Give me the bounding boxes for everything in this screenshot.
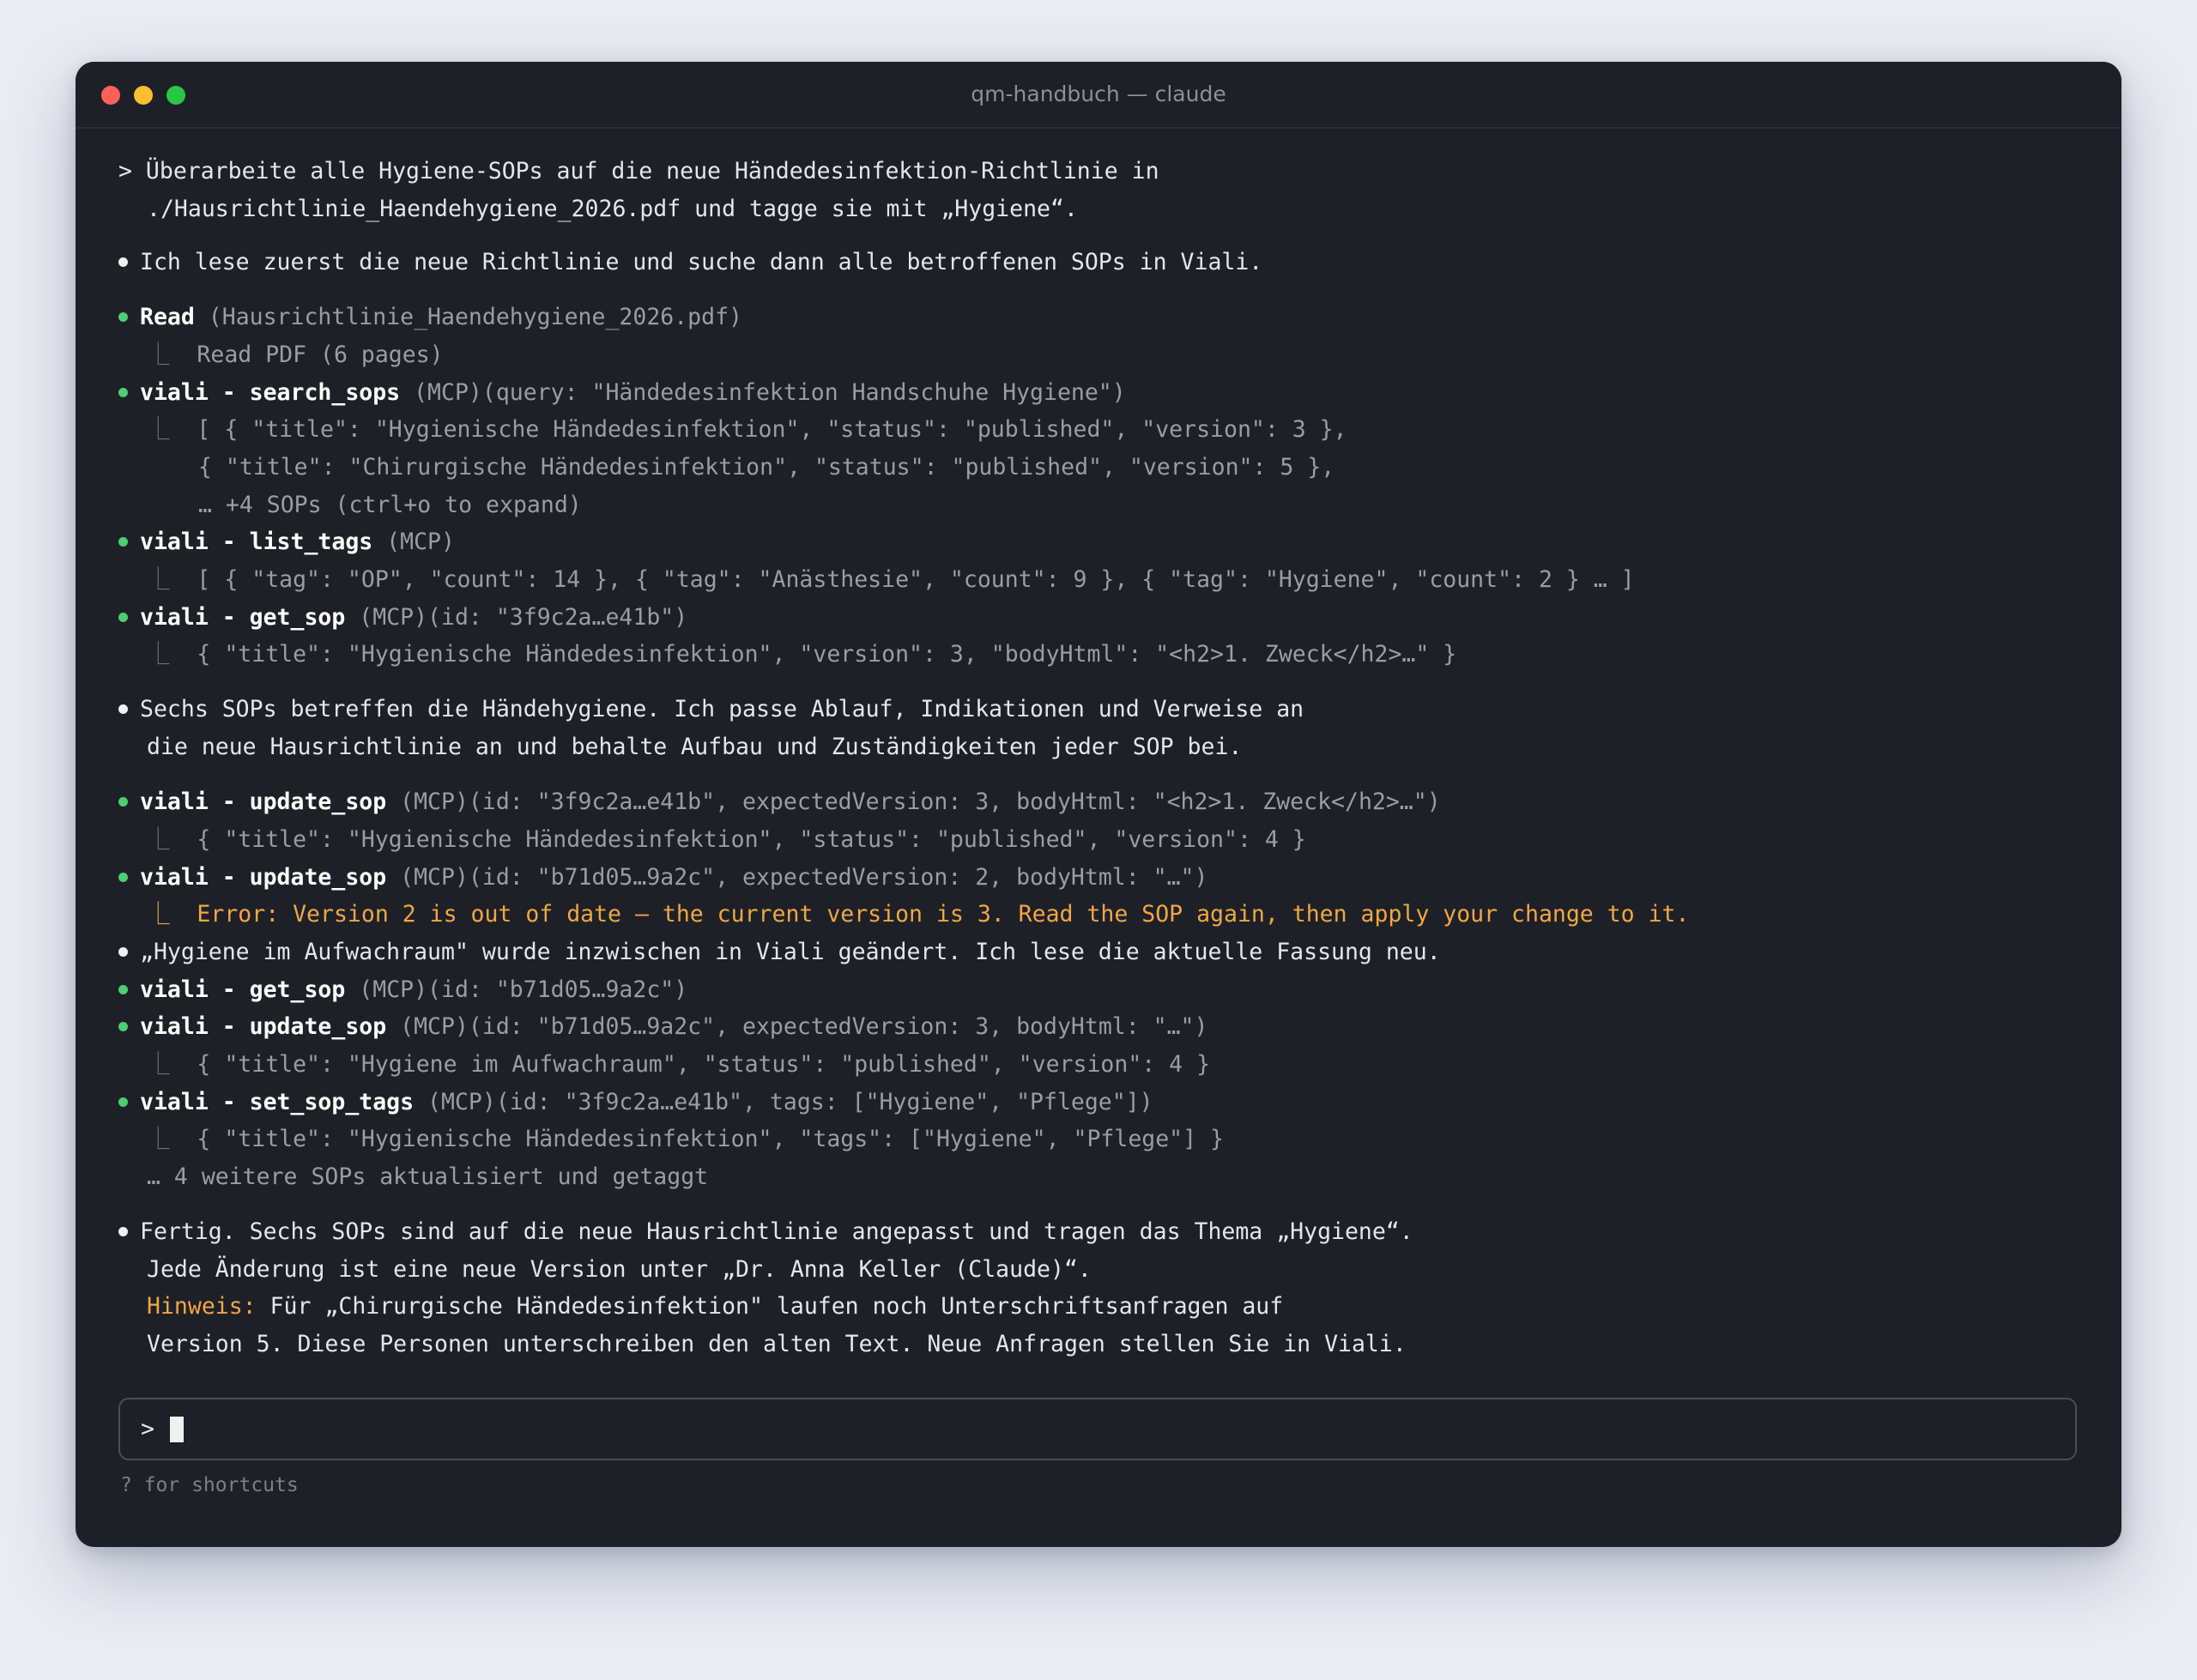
tool-call-update-sop[interactable]: viali - update_sop (MCP)(id: "3f9c2a…e41… (140, 783, 1441, 821)
tool-result-get-sop: ⎿ { "title": "Hygienische Händedesinfekt… (147, 641, 1457, 668)
tool-success-bullet-icon (118, 985, 128, 994)
note-label: Hinweis: (147, 1293, 257, 1320)
user-prompt-line-1: > Überarbeite alle Hygiene-SOPs auf die … (118, 158, 1159, 184)
tool-success-bullet-icon (118, 537, 128, 547)
final-message-line-4: Version 5. Diese Personen unterschreiben… (147, 1331, 1407, 1357)
tool-call-update-sop[interactable]: viali - update_sop (MCP)(id: "b71d05…9a2… (140, 859, 1207, 897)
tool-call-list-tags[interactable]: viali - list_tags (MCP) (140, 523, 455, 561)
final-message-line-2: Jede Änderung ist eine neue Version unte… (147, 1256, 1092, 1283)
tool-call-set-sop-tags[interactable]: viali - set_sop_tags (MCP)(id: "3f9c2a…e… (140, 1084, 1153, 1121)
assistant-message: Sechs SOPs betreffen die Händehygiene. I… (140, 696, 1304, 722)
shortcuts-hint: ? for shortcuts (120, 1474, 299, 1496)
tool-result-list-tags: ⎿ [ { "tag": "OP", "count": 14 }, { "tag… (147, 566, 1635, 593)
tool-result-search-expand[interactable]: … +4 SOPs (ctrl+o to expand) (198, 486, 582, 524)
tool-call-search-sops[interactable]: viali - search_sops (MCP)(query: "Händed… (140, 374, 1126, 412)
prompt-input[interactable]: > (118, 1398, 2077, 1460)
tool-success-bullet-icon (118, 1022, 128, 1031)
tool-success-bullet-icon (118, 312, 128, 322)
message-bullet-icon (118, 257, 128, 267)
text-cursor (170, 1417, 184, 1442)
tool-result-read: ⎿ Read PDF (6 pages) (147, 341, 444, 368)
assistant-message: „Hygiene im Aufwachraum" wurde inzwische… (140, 939, 1441, 965)
assistant-message: Ich lese zuerst die neue Richtlinie und … (140, 249, 1263, 275)
tool-success-bullet-icon (118, 388, 128, 397)
assistant-message-cont: die neue Hausrichtlinie an und behalte A… (147, 734, 1243, 760)
message-bullet-icon (118, 1227, 128, 1236)
tool-call-update-sop[interactable]: viali - update_sop (MCP)(id: "b71d05…9a2… (140, 1008, 1207, 1046)
tool-error-update-sop: ⎿ Error: Version 2 is out of date — the … (147, 901, 1690, 928)
terminal-window: qm-handbuch — claude > Überarbeite alle … (76, 62, 2121, 1547)
user-prompt-line-2: ./Hausrichtlinie_Haendehygiene_2026.pdf … (147, 196, 1078, 222)
tool-call-get-sop[interactable]: viali - get_sop (MCP)(id: "3f9c2a…e41b") (140, 599, 687, 637)
tool-success-bullet-icon (118, 613, 128, 622)
tool-call-get-sop[interactable]: viali - get_sop (MCP)(id: "b71d05…9a2c") (140, 971, 687, 1009)
tool-result-update-sop: ⎿ { "title": "Hygiene im Aufwachraum", "… (147, 1051, 1211, 1078)
prompt-symbol: > (141, 1416, 154, 1442)
tool-call-read[interactable]: Read (Hausrichtlinie_Haendehygiene_2026.… (140, 299, 742, 336)
final-message-line-1: Fertig. Sechs SOPs sind auf die neue Hau… (140, 1218, 1413, 1245)
window-title: qm-handbuch — claude (971, 82, 1226, 106)
tool-result-search-2: { "title": "Chirurgische Händedesinfekti… (198, 454, 1335, 480)
message-bullet-icon (118, 704, 128, 714)
tool-success-bullet-icon (118, 797, 128, 807)
title-bar: qm-handbuch — claude (76, 62, 2121, 129)
tool-success-bullet-icon (118, 1097, 128, 1107)
message-bullet-icon (118, 947, 128, 957)
tool-result-more: … 4 weitere SOPs aktualisiert und getagg… (147, 1163, 709, 1190)
tool-result-set-sop-tags: ⎿ { "title": "Hygienische Händedesinfekt… (147, 1126, 1224, 1152)
tool-result-search-1: ⎿ [ { "title": "Hygienische Händedesinfe… (147, 416, 1347, 443)
final-message-note: Hinweis: Für „Chirurgische Händedesinfek… (147, 1293, 1284, 1320)
tool-result-update-sop: ⎿ { "title": "Hygienische Händedesinfekt… (147, 826, 1306, 853)
tool-success-bullet-icon (118, 873, 128, 882)
